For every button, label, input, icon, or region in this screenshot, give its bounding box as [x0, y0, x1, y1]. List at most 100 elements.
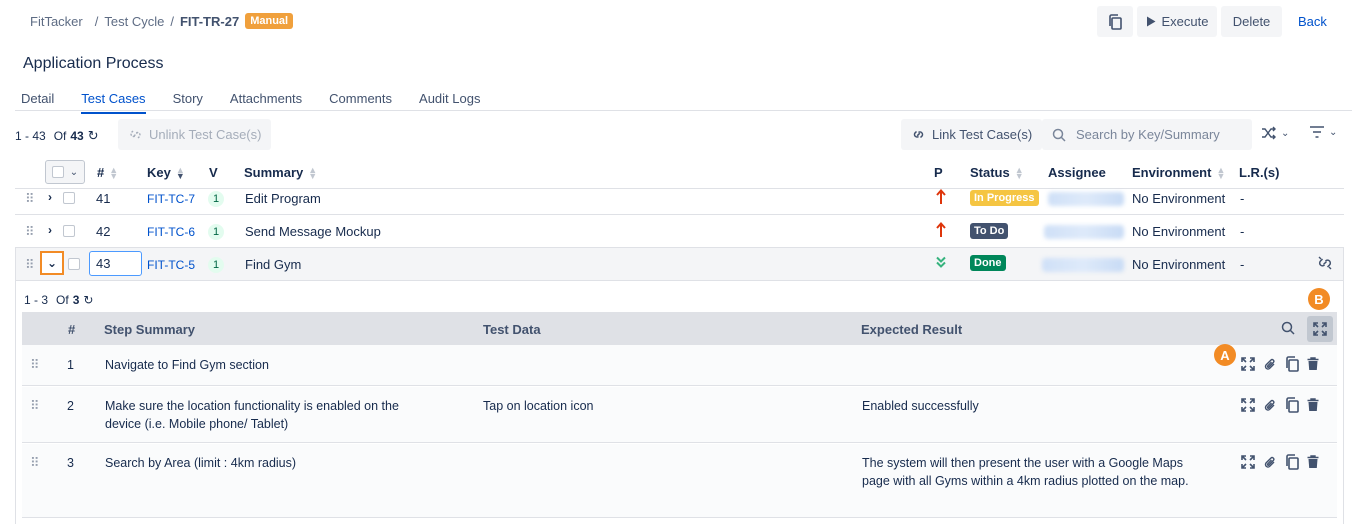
breadcrumb-root[interactable]: FitTacker: [30, 14, 83, 29]
attachment-icon[interactable]: [1263, 357, 1277, 372]
row-checkbox[interactable]: [68, 258, 80, 270]
step-test-data: Tap on location icon: [483, 399, 594, 413]
priority-low-icon: [936, 256, 946, 268]
link-test-cases-button[interactable]: Link Test Case(s): [901, 119, 1043, 150]
column-header-lr: L.R.(s): [1239, 165, 1279, 180]
lr-value: -: [1240, 257, 1245, 272]
column-header-assignee: Assignee: [1048, 165, 1106, 180]
delete-button[interactable]: Delete: [1221, 6, 1282, 37]
attachment-icon[interactable]: [1263, 455, 1277, 470]
status-badge: Done: [970, 255, 1006, 271]
step-summary: Search by Area (limit : 4km radius): [105, 456, 297, 470]
record-range: 1 - 43: [15, 129, 46, 143]
drag-handle-icon[interactable]: ⠿: [30, 398, 39, 414]
column-header-status[interactable]: Status ▲ ▼: [970, 165, 1024, 180]
step-actions: [1241, 397, 1319, 413]
drag-handle-icon[interactable]: ⠿: [30, 455, 39, 471]
attachment-icon[interactable]: [1263, 398, 1277, 413]
test-case-summary: Find Gym: [245, 257, 302, 272]
drag-handle-icon[interactable]: ⠿: [25, 224, 34, 240]
copy-icon[interactable]: [1285, 356, 1299, 372]
unlink-test-cases-button[interactable]: Unlink Test Case(s): [118, 119, 272, 150]
record-count: 1 - 43 Of 43 ↻: [15, 128, 99, 144]
unlink-icon: [130, 130, 141, 139]
back-link[interactable]: Back: [1298, 6, 1327, 37]
select-all-dropdown[interactable]: ⌄: [45, 160, 85, 184]
sort-icon: ▲ ▼: [175, 164, 185, 181]
step-actions: [1241, 356, 1319, 372]
search-icon[interactable]: [1281, 321, 1295, 335]
step-expected-result: Enabled successfully: [862, 399, 979, 413]
breadcrumb-current: FIT-TR-27: [179, 13, 240, 29]
column-label: Key: [147, 165, 171, 180]
row-checkbox[interactable]: [63, 192, 75, 204]
row-checkbox[interactable]: [63, 225, 75, 237]
back-label: Back: [1298, 14, 1327, 29]
record-of: Of: [53, 129, 67, 143]
trash-icon[interactable]: [1307, 398, 1319, 412]
search-input[interactable]: [1074, 126, 1244, 143]
breadcrumb-test-cycle[interactable]: Test Cycle: [104, 14, 164, 29]
column-label: P: [934, 165, 943, 180]
sort-icon: ▲ ▼: [109, 164, 119, 181]
column-label: #: [97, 165, 105, 180]
chevron-down-icon: ⌄: [46, 256, 58, 270]
execute-button[interactable]: Execute: [1137, 6, 1217, 37]
step-expected-result: The system will then present the user wi…: [862, 456, 1189, 488]
test-case-summary: Edit Program: [245, 191, 321, 206]
play-icon: [1146, 16, 1155, 27]
expand-icon[interactable]: [1241, 455, 1255, 469]
breadcrumb-separator: /: [94, 13, 99, 29]
row-number: 41: [96, 191, 111, 206]
expand-all-button[interactable]: [1307, 316, 1333, 342]
column-label: Environment: [1132, 165, 1212, 180]
refresh-icon[interactable]: ↻: [88, 128, 99, 144]
execute-label: Execute: [1161, 14, 1209, 29]
chevron-down-icon: ⌄: [1329, 126, 1338, 138]
version-badge: 1: [208, 257, 224, 273]
column-header-priority: P: [934, 165, 943, 180]
sort-icon: ▲ ▼: [1014, 164, 1024, 181]
assignee-avatar-name: [1044, 225, 1124, 239]
steps-column-summary: Step Summary: [104, 322, 196, 337]
drag-handle-icon[interactable]: ⠿: [25, 191, 34, 207]
expand-icon[interactable]: [1241, 398, 1255, 412]
step-number: 2: [67, 399, 74, 413]
chevron-down-icon: ⌄: [1281, 127, 1290, 139]
record-total: 43: [70, 129, 84, 143]
manual-badge: Manual: [245, 13, 294, 29]
trash-icon[interactable]: [1307, 455, 1319, 469]
status-badge: In Progress: [970, 190, 1039, 206]
filter-menu-button[interactable]: ⌄: [1309, 126, 1337, 138]
unlink-icon[interactable]: [1317, 255, 1333, 271]
refresh-icon[interactable]: ↻: [83, 293, 93, 307]
drag-handle-icon[interactable]: ⠿: [30, 357, 39, 373]
test-case-key-link[interactable]: FIT-TC-7: [147, 192, 195, 206]
version-badge: 1: [208, 191, 224, 207]
copy-icon[interactable]: [1285, 454, 1299, 470]
drag-handle-icon[interactable]: ⠿: [25, 257, 34, 273]
shuffle-menu-button[interactable]: ⌄: [1261, 126, 1289, 140]
version-badge: 1: [208, 224, 224, 240]
copy-icon[interactable]: [1285, 397, 1299, 413]
column-header-environment[interactable]: Environment ▲ ▼: [1132, 165, 1225, 180]
copy-button[interactable]: [1097, 6, 1133, 37]
collapse-row-button[interactable]: ⌄: [40, 251, 64, 275]
expand-icon[interactable]: [1241, 357, 1255, 371]
select-all-checkbox[interactable]: [51, 166, 64, 178]
row-order-input[interactable]: 43: [89, 251, 142, 276]
column-header-summary[interactable]: Summary ▲ ▼: [244, 165, 317, 180]
step-number: 1: [67, 358, 74, 372]
test-case-key-link[interactable]: FIT-TC-5: [147, 258, 195, 272]
sort-icon: ▲ ▼: [1216, 164, 1226, 181]
expand-chevron-icon[interactable]: ›: [48, 223, 52, 237]
trash-icon[interactable]: [1307, 357, 1319, 371]
expand-chevron-icon[interactable]: ›: [48, 190, 52, 204]
environment-value: No Environment: [1132, 191, 1226, 206]
column-header-key[interactable]: Key ▲ ▼: [147, 165, 185, 180]
filter-icon: [1310, 126, 1324, 138]
test-case-key-link[interactable]: FIT-TC-6: [147, 225, 195, 239]
shuffle-icon: [1262, 126, 1276, 140]
column-header-number[interactable]: # ▲ ▼: [97, 165, 118, 180]
priority-high-icon: [936, 189, 946, 204]
